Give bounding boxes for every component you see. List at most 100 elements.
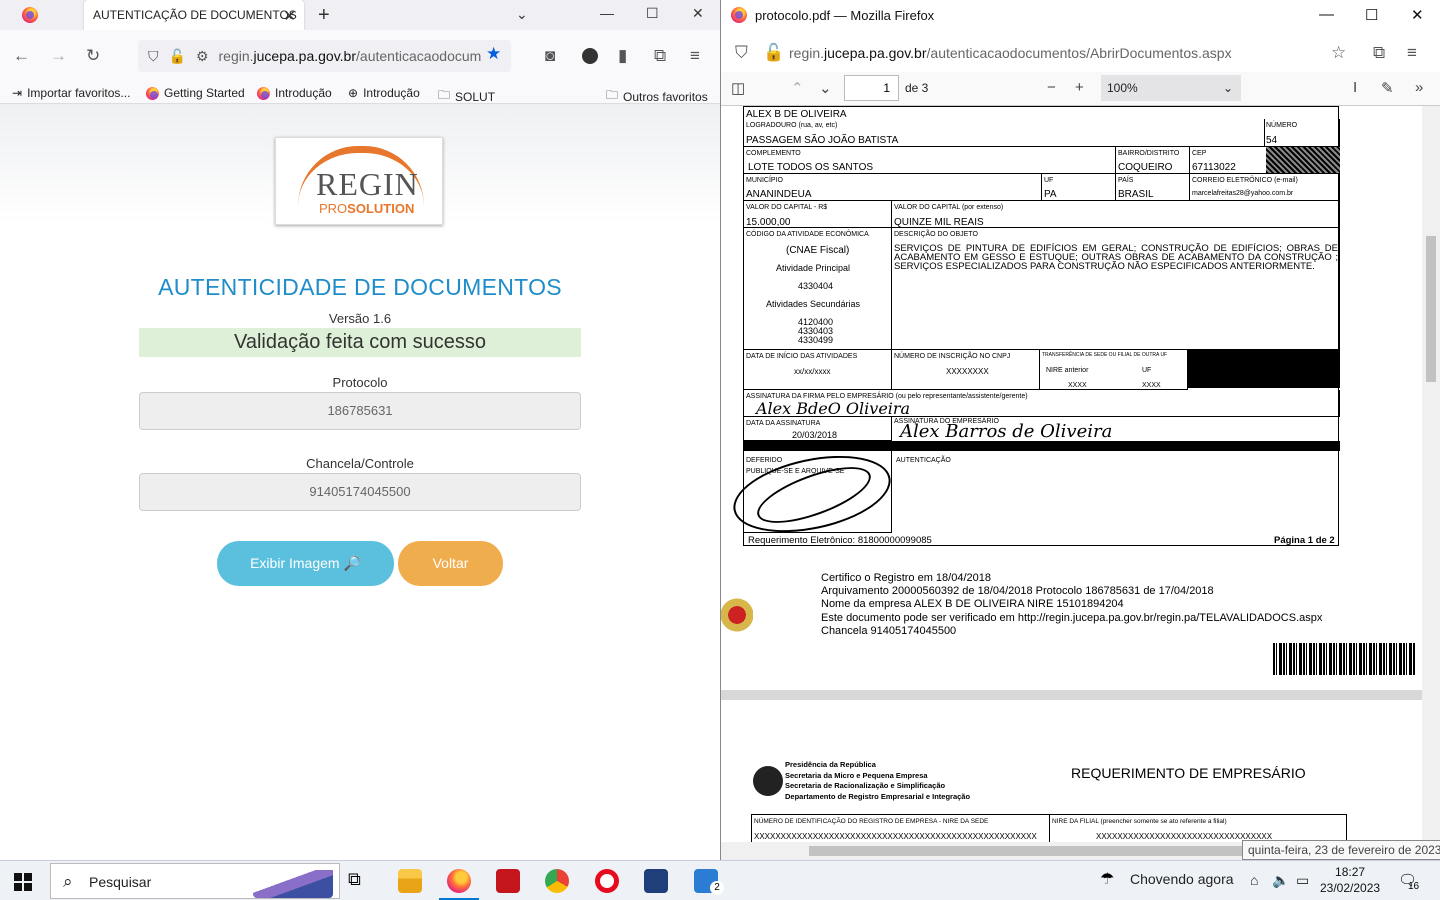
pdf-form-page1: ALEX B DE OLIVEIRA LOGRADOURO (rua, av, … [726, 106, 1340, 546]
page-count: de 3 [905, 81, 929, 95]
window-titlebar: protocolo.pdf — Mozilla Firefox — ☐ ✕ [721, 0, 1440, 30]
label: MUNICÍPIO [746, 177, 783, 184]
form-municipio: ANANINDEUA [746, 189, 812, 200]
minimize-icon[interactable]: — [600, 5, 614, 21]
zoom-out-icon[interactable]: − [1047, 79, 1056, 96]
permissions-icon[interactable]: ⚙ [196, 48, 209, 65]
extensions-puzzle-icon[interactable]: ⧉ [654, 46, 666, 66]
network-icon[interactable]: ⌂ [1250, 872, 1258, 888]
cert-line: Este documento pode ser verificado em ht… [821, 611, 1323, 624]
url-bar[interactable]: ⛉ 🔓 ⚙ regin.jucepa.pa.gov.br/autenticaca… [138, 40, 511, 72]
sidebar-toggle-icon[interactable]: ◫ [731, 79, 745, 97]
req-title: REQUERIMENTO DE EMPRESÁRIO [1071, 765, 1306, 781]
bookmark-introducao-2[interactable]: ⊕ Introdução [348, 86, 420, 100]
windows-start-icon[interactable] [14, 873, 32, 891]
tab-close-icon[interactable]: ✕ [283, 7, 296, 25]
shield-icon[interactable]: ⛉ [735, 43, 748, 63]
form-uf: PA [1044, 189, 1057, 200]
volume-icon[interactable]: 🔈 [1272, 872, 1289, 889]
tab-autenticacao[interactable]: AUTENTICAÇÃO DE DOCUMENTOS ✕ [84, 0, 304, 30]
forward-icon[interactable]: → [50, 46, 67, 66]
zoom-in-icon[interactable]: + [1075, 79, 1084, 96]
search-icon: ⌕ [63, 872, 73, 891]
scroll-thumb[interactable] [1426, 236, 1436, 382]
bookmark-import[interactable]: ⇥ Importar favoritos... [12, 86, 130, 100]
label: CEP [1192, 150, 1207, 157]
label: PAÍS [1118, 177, 1134, 184]
black-band [744, 441, 1340, 451]
certification-block: Certifico o Registro em 18/04/2018 Arqui… [821, 572, 1322, 638]
task-view-icon[interactable]: ⧉ [348, 869, 372, 893]
form-cnae: (CNAE Fiscal) [786, 245, 850, 256]
next-page-icon[interactable]: ⌄ [819, 79, 832, 97]
redacted-block [1266, 147, 1340, 173]
maximize-icon[interactable]: ☐ [1365, 6, 1378, 24]
close-window-icon[interactable]: ✕ [692, 5, 704, 22]
barcode [1273, 643, 1415, 675]
protocolo-field[interactable]: 186785631 [139, 392, 581, 430]
lock-insecure-icon[interactable]: 🔓 [169, 48, 186, 65]
chancela-field[interactable]: 91405174045500 [139, 473, 581, 511]
form-pais: BRASIL [1118, 189, 1154, 200]
label: UF [1044, 177, 1054, 184]
bookmark-star-icon[interactable]: ★ [486, 44, 501, 64]
form-cnpj: XXXXXXXX [946, 367, 989, 376]
lock-insecure-icon[interactable]: 🔓 [763, 43, 784, 63]
label: LOGRADOURO (rua, av, etc) [746, 122, 838, 129]
chrome-icon[interactable] [545, 869, 569, 893]
text-select-icon[interactable]: I [1353, 79, 1357, 96]
display-icon[interactable]: ▭ [1296, 872, 1309, 889]
form-pagina: Página 1 de 2 [1274, 535, 1335, 546]
right-browser-window: protocolo.pdf — Mozilla Firefox — ☐ ✕ ⛉ … [720, 0, 1440, 860]
bookmark-getting-started[interactable]: Getting Started [146, 86, 245, 100]
firefox-view-button[interactable] [0, 0, 60, 30]
brazil-emblem-icon [753, 766, 783, 796]
bookmark-introducao-1[interactable]: Introdução [257, 86, 332, 100]
menu-icon[interactable]: ≡ [1407, 43, 1417, 63]
scroll-thumb[interactable] [809, 846, 1249, 856]
extension-icon[interactable]: ▮ [618, 46, 627, 66]
form-nire-anterior: XXXX [1068, 382, 1087, 389]
window-title: protocolo.pdf — Mozilla Firefox [755, 7, 935, 23]
zoom-select[interactable]: 100% ⌄ [1101, 75, 1241, 101]
opera-icon[interactable] [595, 869, 619, 893]
acrobat-icon[interactable] [496, 869, 520, 893]
logo-word: REGIN [316, 166, 419, 202]
extensions-icon[interactable]: ⧉ [1373, 43, 1385, 63]
shield-icon[interactable]: ⛉ [148, 48, 159, 65]
exibir-imagem-button[interactable]: Exibir Imagem 🔎 [217, 541, 394, 586]
logo-sub: PROSOLUTION [319, 201, 415, 216]
url-text: regin.jucepa.pa.gov.br/autenticacaodocum [218, 48, 482, 64]
reload-icon[interactable]: ↻ [86, 46, 100, 66]
vertical-scrollbar[interactable] [1422, 106, 1440, 842]
minimize-icon[interactable]: — [1319, 6, 1334, 23]
file-explorer-icon[interactable] [398, 869, 422, 893]
form-logradouro: PASSAGEM SÃO JOÃO BATISTA [746, 135, 899, 146]
bookmark-star-icon[interactable]: ☆ [1331, 43, 1346, 63]
menu-icon[interactable]: ≡ [690, 46, 700, 66]
maximize-icon[interactable]: ☐ [646, 5, 659, 22]
weather-icon[interactable]: ☂ [1100, 869, 1122, 893]
form-data-assinatura: 20/03/2018 [792, 430, 838, 440]
close-window-icon[interactable]: ✕ [1411, 6, 1424, 24]
list-tabs-icon[interactable]: ⌄ [516, 6, 528, 23]
back-icon[interactable]: ← [13, 46, 30, 66]
success-alert: Validação feita com sucesso [139, 328, 581, 357]
more-tools-icon[interactable]: » [1415, 79, 1423, 96]
draw-icon[interactable]: ✎ [1381, 79, 1394, 97]
pocket-icon[interactable]: ◙ [545, 46, 555, 66]
account-icon[interactable] [582, 48, 598, 64]
taskbar-search[interactable]: ⌕ Pesquisar [50, 863, 340, 899]
page-number-input[interactable]: 1 [844, 75, 899, 101]
form-email: marcelafreitas28@yahoo.com.br [1192, 190, 1294, 197]
import-icon: ⇥ [12, 86, 23, 100]
system-clock[interactable]: 18:27 23/02/2023 [1320, 864, 1380, 896]
weather-text[interactable]: Chovendo agora [1130, 871, 1234, 887]
prev-page-icon[interactable]: ⌃ [791, 79, 804, 97]
voltar-button[interactable]: Voltar [398, 541, 503, 586]
url-text[interactable]: regin.jucepa.pa.gov.br/autenticacaodocum… [789, 45, 1232, 61]
new-tab-button[interactable]: + [318, 4, 330, 27]
app-icon[interactable] [644, 869, 668, 893]
firefox-taskbar-icon[interactable] [447, 869, 471, 893]
firefox-icon [146, 86, 159, 100]
